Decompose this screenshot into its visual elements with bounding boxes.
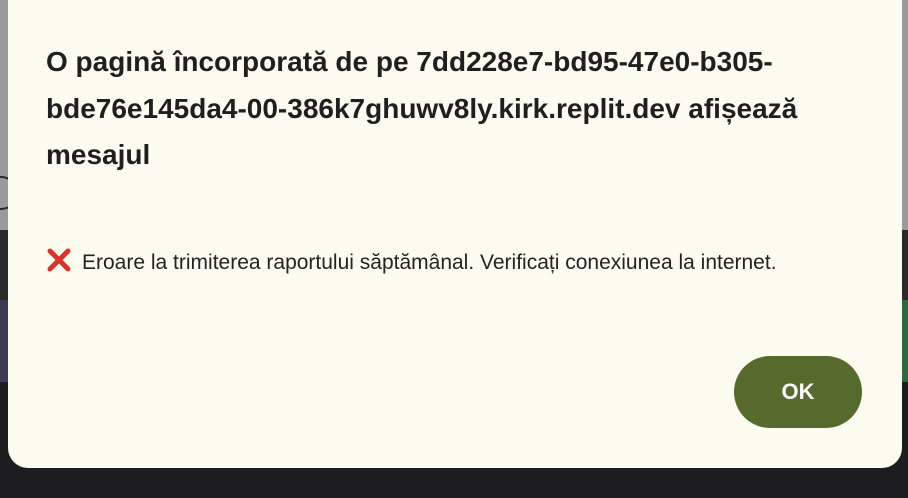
dialog-message: Eroare la trimiterea raportului săptămân… <box>46 244 866 281</box>
dialog-title: O pagină încorporată de pe 7dd228e7-bd95… <box>46 46 798 170</box>
red-x-icon <box>46 247 72 273</box>
alert-dialog: O pagină încorporată de pe 7dd228e7-bd95… <box>8 0 902 468</box>
ok-button[interactable]: OK <box>734 356 862 428</box>
dialog-message-text: Eroare la trimiterea raportului săptămân… <box>82 251 777 274</box>
